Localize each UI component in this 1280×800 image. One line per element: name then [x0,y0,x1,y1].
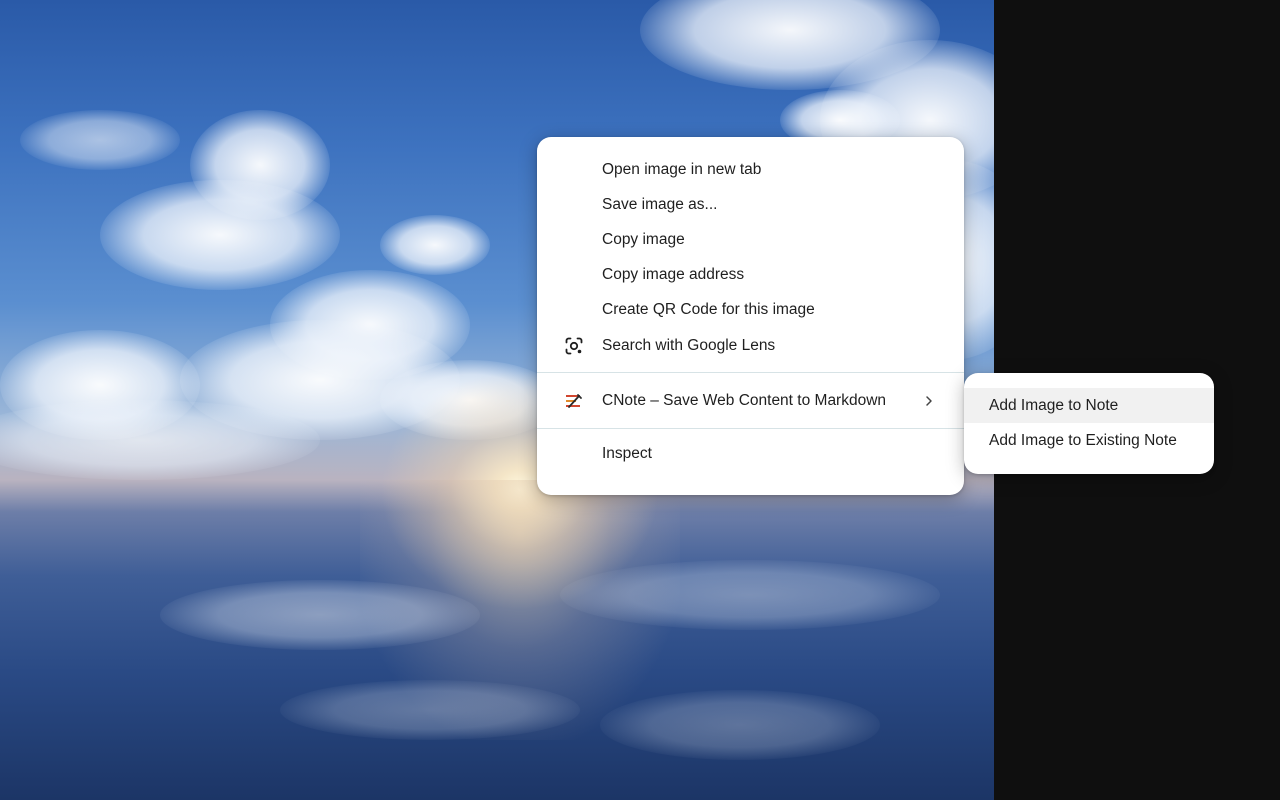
menu-item-label: Save image as... [602,196,718,213]
context-menu: Open image in new tab Save image as... C… [537,137,964,495]
menu-item-search-google-lens[interactable]: Search with Google Lens [537,327,964,365]
cnote-submenu: Add Image to Note Add Image to Existing … [964,373,1214,474]
menu-item-create-qr-code[interactable]: Create QR Code for this image [537,292,964,327]
menu-separator [537,372,964,373]
browser-viewport: Open image in new tab Save image as... C… [0,0,1280,800]
menu-item-open-image-new-tab[interactable]: Open image in new tab [537,152,964,187]
menu-separator [537,428,964,429]
water-reflection [160,580,480,650]
menu-item-save-image-as[interactable]: Save image as... [537,187,964,222]
menu-item-copy-image-address[interactable]: Copy image address [537,257,964,292]
menu-item-inspect[interactable]: Inspect [537,436,964,471]
water-reflection [560,560,940,630]
menu-item-label: CNote – Save Web Content to Markdown [602,392,887,409]
menu-item-label: Add Image to Existing Note [989,432,1177,449]
cnote-extension-icon [563,380,585,421]
chevron-right-icon [924,380,934,421]
google-lens-icon [563,327,585,365]
menu-item-label: Create QR Code for this image [602,301,815,318]
submenu-item-add-image-to-note[interactable]: Add Image to Note [964,388,1214,423]
water-reflection [600,690,880,760]
cloud [20,110,180,170]
cloud [380,215,490,275]
menu-item-label: Copy image [602,231,685,248]
menu-item-cnote-extension[interactable]: CNote – Save Web Content to Markdown [537,380,964,421]
cloud [100,180,340,290]
menu-item-label: Copy image address [602,266,745,283]
menu-item-copy-image[interactable]: Copy image [537,222,964,257]
submenu-item-add-image-to-existing-note[interactable]: Add Image to Existing Note [964,423,1214,458]
menu-item-label: Open image in new tab [602,161,762,178]
cloud [0,400,320,480]
menu-item-label: Add Image to Note [989,397,1119,414]
menu-item-label: Inspect [602,445,652,462]
menu-item-label: Search with Google Lens [602,337,776,354]
water-reflection [280,680,580,740]
